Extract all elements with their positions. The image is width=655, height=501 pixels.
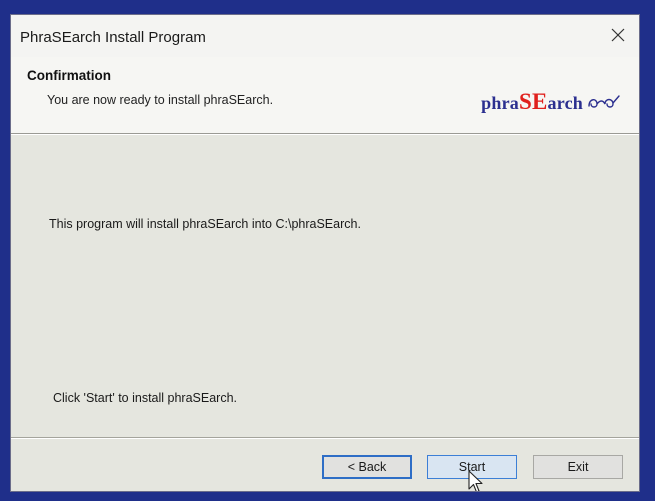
- footer-divider-highlight: [11, 438, 639, 439]
- window-title: PhraSEarch Install Program: [20, 29, 206, 46]
- installer-window: PhraSEarch Install Program Confirmation …: [10, 14, 640, 492]
- start-button[interactable]: Start: [427, 455, 517, 479]
- wizard-header: Confirmation You are now ready to instal…: [11, 57, 639, 134]
- page-title: Confirmation: [27, 68, 111, 83]
- page-subtitle: You are now ready to install phraSEarch.: [47, 93, 274, 107]
- start-hint-text: Click 'Start' to install phraSEarch.: [53, 391, 238, 405]
- header-divider-highlight: [11, 134, 639, 135]
- install-info-text: This program will install phraSEarch int…: [49, 217, 361, 231]
- exit-button[interactable]: Exit: [533, 455, 623, 479]
- close-icon: [611, 28, 625, 42]
- logo-text-part3: arch: [547, 93, 583, 113]
- logo-glasses-icon: [588, 95, 620, 108]
- logo-text-part2: SE: [518, 89, 548, 114]
- title-bar[interactable]: PhraSEarch Install Program: [11, 15, 639, 57]
- close-button[interactable]: [601, 19, 635, 51]
- logo-text-part1: phra: [481, 93, 519, 113]
- back-button[interactable]: < Back: [322, 455, 412, 479]
- phrasearch-logo: phra SE arch: [481, 89, 621, 115]
